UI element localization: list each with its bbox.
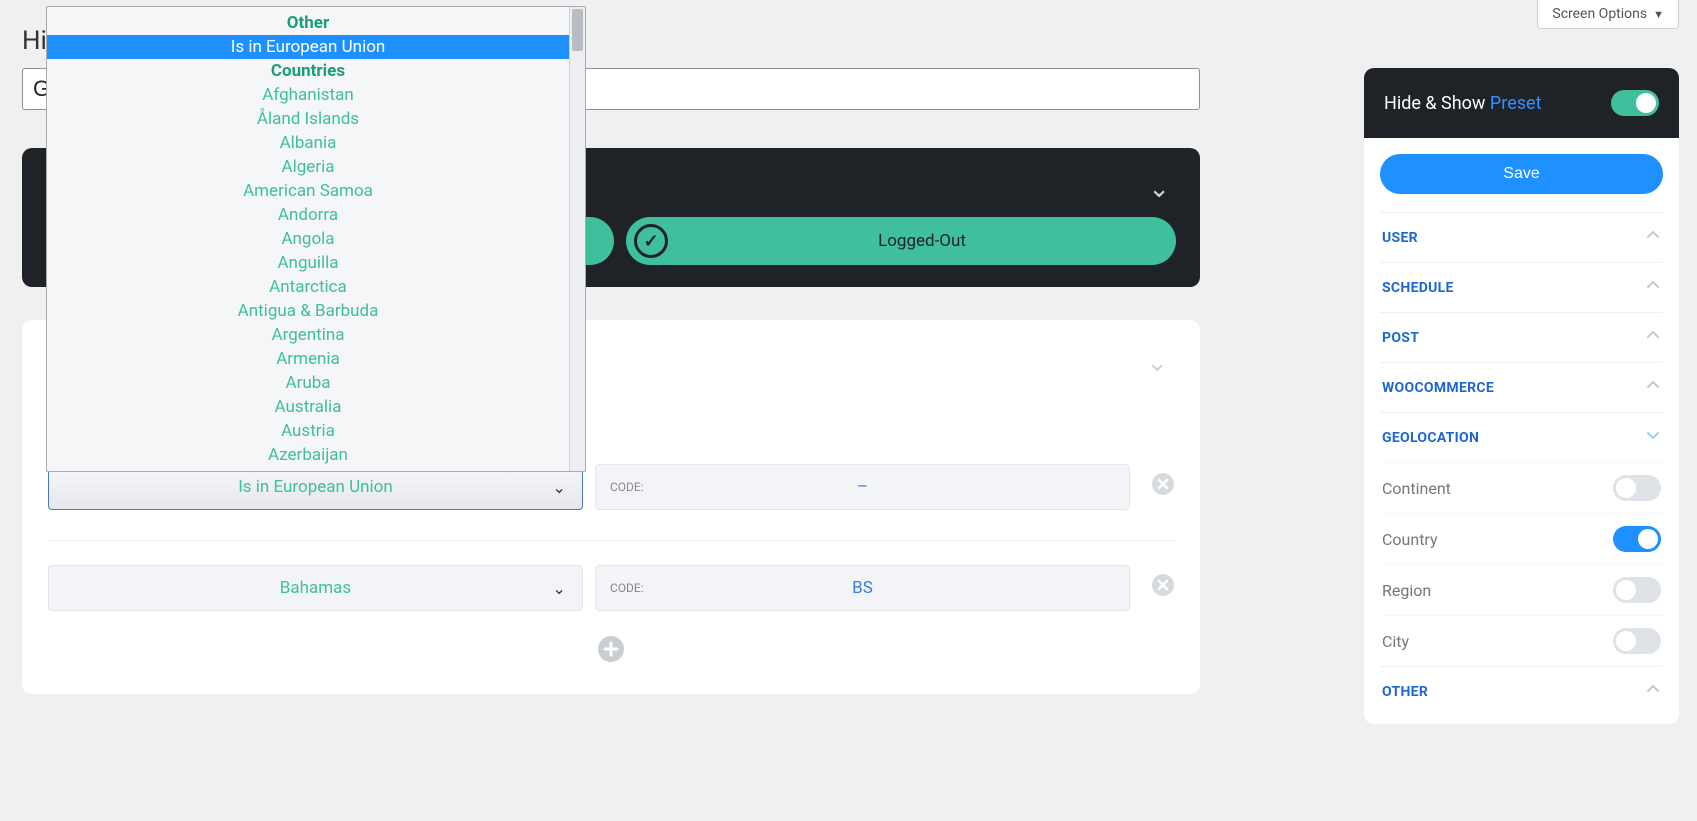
rule-row: Bahamas ⌄ CODE: BS bbox=[48, 565, 1174, 611]
sub-label: Region bbox=[1382, 581, 1431, 600]
geolocation-sub-continent: Continent bbox=[1380, 462, 1663, 513]
dropdown-item[interactable]: Antarctica bbox=[47, 275, 569, 299]
code-display: CODE: – bbox=[595, 464, 1130, 510]
close-circle-icon bbox=[1152, 473, 1174, 495]
sub-label: City bbox=[1382, 632, 1409, 651]
sidebar-section-post[interactable]: POST bbox=[1380, 312, 1663, 362]
chevron-up-icon bbox=[1645, 227, 1661, 248]
select-value: Bahamas bbox=[280, 578, 351, 598]
code-value: BS bbox=[596, 578, 1129, 598]
chevron-down-icon: ⌄ bbox=[553, 478, 566, 497]
sidebar-header: Hide & Show Preset bbox=[1364, 68, 1679, 138]
master-toggle[interactable] bbox=[1611, 90, 1659, 116]
dropdown-item[interactable]: Angola bbox=[47, 227, 569, 251]
sidebar: Hide & Show Preset Save USER SCHEDULE POST… bbox=[1364, 68, 1679, 724]
dropdown-item[interactable]: Argentina bbox=[47, 323, 569, 347]
sidebar-title-accent: Preset bbox=[1490, 93, 1542, 114]
sidebar-section-title: SCHEDULE bbox=[1382, 280, 1454, 296]
sidebar-section-title: USER bbox=[1382, 230, 1418, 246]
toggle-city[interactable] bbox=[1613, 628, 1661, 654]
toggle-region[interactable] bbox=[1613, 577, 1661, 603]
toggle-country[interactable] bbox=[1613, 526, 1661, 552]
code-value: – bbox=[596, 477, 1129, 497]
dropdown-item[interactable]: Azerbaijan bbox=[47, 443, 569, 467]
sidebar-section-user[interactable]: USER bbox=[1380, 212, 1663, 262]
chevron-up-icon bbox=[1645, 377, 1661, 398]
add-rule-button[interactable] bbox=[48, 635, 1174, 670]
sidebar-section-title: WOOCOMMERCE bbox=[1382, 380, 1494, 396]
dropdown-item[interactable]: Albania bbox=[47, 131, 569, 155]
visibility-pill-label: Logged-Out bbox=[668, 231, 1176, 251]
geolocation-sub-country: Country bbox=[1380, 513, 1663, 564]
divider bbox=[48, 540, 1174, 541]
chevron-down-icon[interactable]: ⌄ bbox=[1148, 174, 1170, 204]
dropdown-list[interactable]: OtherIs in European UnionCountriesAfghan… bbox=[47, 7, 569, 471]
country-dropdown: OtherIs in European UnionCountriesAfghan… bbox=[46, 6, 586, 472]
save-button[interactable]: Save bbox=[1380, 154, 1663, 194]
visibility-pill-logged-out[interactable]: Logged-Out bbox=[626, 217, 1176, 265]
remove-rule-button[interactable] bbox=[1152, 573, 1174, 603]
country-select[interactable]: Bahamas ⌄ bbox=[48, 565, 583, 611]
sidebar-section-geolocation[interactable]: GEOLOCATION bbox=[1380, 412, 1663, 462]
geolocation-sub-region: Region bbox=[1380, 564, 1663, 615]
scrollbar[interactable] bbox=[569, 7, 585, 471]
dropdown-item[interactable]: Austria bbox=[47, 419, 569, 443]
sidebar-section-other[interactable]: OTHER bbox=[1380, 666, 1663, 716]
sidebar-section-title: GEOLOCATION bbox=[1382, 430, 1479, 446]
dropdown-item[interactable]: Bahamas bbox=[47, 467, 569, 471]
dropdown-item[interactable]: Is in European Union bbox=[47, 35, 569, 59]
remove-rule-button[interactable] bbox=[1152, 472, 1174, 502]
dropdown-group-header: Other bbox=[47, 11, 569, 35]
dropdown-item[interactable]: American Samoa bbox=[47, 179, 569, 203]
toggle-continent[interactable] bbox=[1613, 475, 1661, 501]
dropdown-item[interactable]: Andorra bbox=[47, 203, 569, 227]
check-icon bbox=[634, 224, 668, 258]
chevron-up-icon bbox=[1645, 327, 1661, 348]
close-circle-icon bbox=[1152, 574, 1174, 596]
sub-label: Country bbox=[1382, 530, 1438, 549]
chevron-down-icon[interactable]: ⌄ bbox=[1146, 348, 1168, 378]
chevron-down-icon bbox=[1645, 427, 1661, 448]
caret-down-icon: ▼ bbox=[1653, 8, 1664, 21]
page-title: Hi bbox=[22, 26, 47, 56]
sidebar-section-title: OTHER bbox=[1382, 684, 1428, 700]
geolocation-sub-city: City bbox=[1380, 615, 1663, 666]
sidebar-body: Save USER SCHEDULE POST WOOCOMMERCE GEOLOCAT… bbox=[1364, 138, 1679, 724]
dropdown-item[interactable]: Anguilla bbox=[47, 251, 569, 275]
chevron-up-icon bbox=[1645, 681, 1661, 702]
sidebar-section-schedule[interactable]: SCHEDULE bbox=[1380, 262, 1663, 312]
sub-label: Continent bbox=[1382, 479, 1451, 498]
dropdown-item[interactable]: Aruba bbox=[47, 371, 569, 395]
sidebar-title: Hide & Show Preset bbox=[1384, 93, 1541, 114]
chevron-up-icon bbox=[1645, 277, 1661, 298]
dropdown-item[interactable]: Armenia bbox=[47, 347, 569, 371]
dropdown-item[interactable]: Afghanistan bbox=[47, 83, 569, 107]
scrollbar-thumb[interactable] bbox=[572, 9, 583, 51]
sidebar-section-woocommerce[interactable]: WOOCOMMERCE bbox=[1380, 362, 1663, 412]
code-display: CODE: BS bbox=[595, 565, 1130, 611]
dropdown-item[interactable]: Algeria bbox=[47, 155, 569, 179]
dropdown-item[interactable]: Antigua & Barbuda bbox=[47, 299, 569, 323]
screen-options-label: Screen Options bbox=[1552, 6, 1647, 22]
sidebar-section-title: POST bbox=[1382, 330, 1419, 346]
dropdown-group-header: Countries bbox=[47, 59, 569, 83]
dropdown-item[interactable]: Åland Islands bbox=[47, 107, 569, 131]
select-value: Is in European Union bbox=[238, 477, 393, 497]
screen-options-button[interactable]: Screen Options ▼ bbox=[1537, 0, 1679, 29]
chevron-down-icon: ⌄ bbox=[553, 579, 566, 598]
plus-circle-icon bbox=[598, 636, 624, 662]
dropdown-item[interactable]: Australia bbox=[47, 395, 569, 419]
sidebar-title-main: Hide & Show bbox=[1384, 93, 1485, 114]
